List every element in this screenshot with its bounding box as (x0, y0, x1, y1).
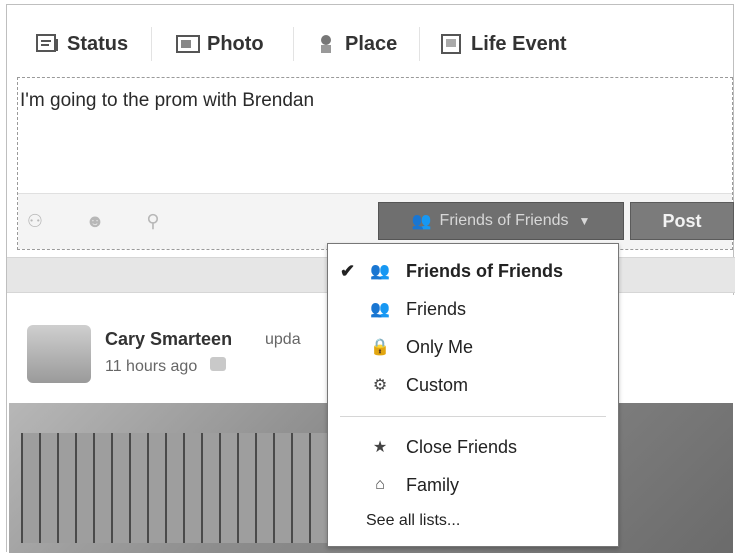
composer-tabs: Status Photo Place Life Event (7, 5, 735, 77)
gear-icon: ⚙ (372, 377, 388, 394)
location-icon[interactable]: ⚲ (142, 210, 164, 232)
tab-life-event[interactable]: Life Event (439, 31, 567, 57)
status-text-input[interactable]: I'm going to the prom with Brendan (20, 90, 720, 112)
tab-separator (419, 27, 420, 61)
menu-item-label: Friends of Friends (406, 260, 564, 281)
story-time-label: 11 hours ago (105, 358, 198, 375)
composer-footer: ⚇ ☻ ⚲ 👥 Friends of Friends ▼ Post (18, 193, 734, 249)
lock-icon: 🔒 (370, 339, 390, 356)
story-action-text: upda (265, 331, 301, 348)
menu-item-label: Family (406, 474, 459, 495)
see-all-lists-link[interactable]: See all lists... (366, 512, 460, 530)
status-icon (35, 33, 61, 55)
story-author[interactable]: Cary Smarteen (105, 329, 232, 350)
tab-separator (151, 27, 152, 61)
menu-item-label: Close Friends (406, 436, 518, 457)
menu-item-friends[interactable]: 👥 Friends (328, 292, 618, 326)
star-icon: ★ (372, 439, 388, 456)
tab-place[interactable]: Place (313, 31, 397, 57)
audience-selector-button[interactable]: 👥 Friends of Friends ▼ (378, 202, 624, 240)
tab-photo[interactable]: Photo (175, 31, 264, 57)
audience-dropdown-menu: ✔ 👥 Friends of Friends 👥 Friends 🔒 Only … (327, 243, 619, 547)
home-icon: ⌂ (375, 476, 385, 493)
menu-divider (340, 416, 606, 417)
friends-of-friends-icon: 👥 (370, 263, 390, 280)
menu-item-label: Custom (406, 374, 469, 395)
tab-status-label: Status (67, 32, 129, 55)
menu-item-label: Only Me (406, 336, 474, 357)
chevron-down-icon: ▼ (578, 214, 591, 228)
menu-item-custom[interactable]: ⚙ Custom (328, 368, 618, 402)
emoji-icon[interactable]: ☻ (84, 210, 106, 232)
avatar[interactable] (27, 325, 91, 383)
life-event-icon (439, 33, 465, 55)
tab-separator (293, 27, 294, 61)
privacy-icon (209, 357, 226, 371)
photo-icon (175, 33, 201, 55)
tab-life-event-label: Life Event (471, 32, 567, 55)
menu-item-only-me[interactable]: 🔒 Only Me (328, 330, 618, 364)
tab-photo-label: Photo (207, 32, 264, 55)
status-composer: I'm going to the prom with Brendan ⚇ ☻ ⚲… (17, 77, 734, 250)
post-button[interactable]: Post (630, 202, 734, 240)
audience-label: Friends of Friends (439, 212, 569, 229)
friends-icon: 👥 (370, 301, 390, 318)
menu-item-family[interactable]: ⌂ Family (328, 468, 618, 502)
tab-place-label: Place (345, 32, 398, 55)
screen-frame: Status Photo Place Life Event I'm going … (6, 4, 735, 553)
tab-status[interactable]: Status (35, 31, 128, 57)
add-people-icon[interactable]: ⚇ (24, 210, 46, 232)
menu-item-friends-of-friends[interactable]: ✔ 👥 Friends of Friends (328, 254, 618, 288)
checkmark-icon: ✔ (340, 260, 356, 281)
menu-item-close-friends[interactable]: ★ Close Friends (328, 430, 618, 464)
people-icon: 👥 (411, 213, 432, 230)
place-icon (313, 33, 339, 55)
story-time: 11 hours ago (105, 357, 226, 376)
menu-item-label: Friends (406, 298, 467, 319)
